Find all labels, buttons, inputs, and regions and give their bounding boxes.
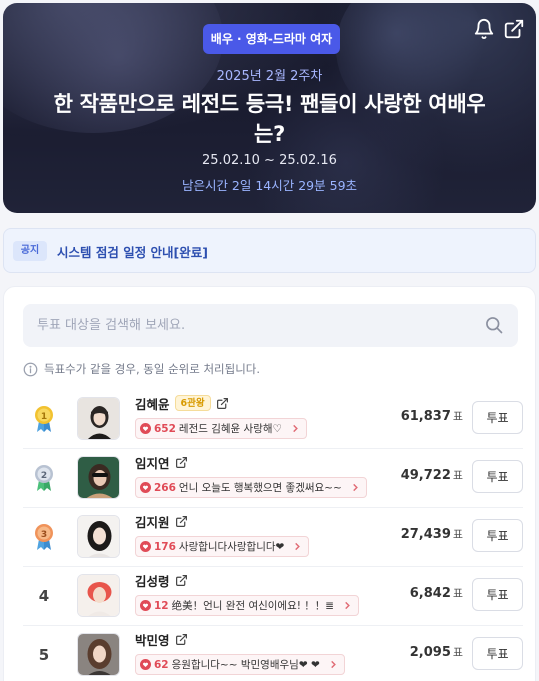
comment-preview[interactable]: 266 언니 오늘도 행복했으면 좋겠써요~~ (135, 477, 367, 498)
vote-count: 61,837 표 (400, 409, 463, 424)
remaining-time: 남은시간 2일 14시간 29분 59초 (181, 178, 358, 193)
notice-text[interactable]: 시스템 점검 일정 안내[완료] (57, 242, 208, 261)
notice-tag: 공지 (13, 241, 47, 261)
vote-button[interactable]: 투표 (472, 401, 523, 434)
comment-text: 绝美！언니 완전 여신이에요! ！！≣ (171, 600, 335, 612)
info-text: 득표수가 같을 경우, 동일 순위로 처리됩니다. (44, 362, 261, 376)
vote-button[interactable]: 투표 (472, 519, 523, 552)
vote-count: 27,439 표 (400, 527, 463, 542)
heart-icon (140, 541, 151, 552)
vote-count: 49,722 표 (400, 468, 463, 483)
comment-preview[interactable]: 62 응원합니다~~ 박민영배우님❤ ❤ (135, 654, 345, 675)
notice-bar[interactable]: 공지 시스템 점검 일정 안내[완료] (3, 228, 536, 273)
vote-button[interactable]: 투표 (472, 578, 523, 611)
ranking-row[interactable]: 1 김혜윤 6관왕 652 레전드 김혜윤 사랑해♡ 61,837 표 투표 (23, 390, 523, 448)
share-icon[interactable] (503, 18, 525, 40)
ranking-row[interactable]: 3 김지원 176 사랑합니다사랑합니다❤ 27,439 표 투표 (23, 507, 523, 566)
search-input[interactable] (37, 304, 467, 347)
comment-text: 응원합니다~~ 박민영배우님❤ ❤ (171, 659, 320, 671)
search-box (23, 304, 518, 347)
bronze-medal-icon: 3 (35, 524, 53, 550)
external-link-icon[interactable] (175, 456, 188, 469)
comment-count: 652 (154, 422, 176, 435)
comment-text: 레전드 김혜윤 사랑해♡ (178, 423, 282, 435)
external-link-icon[interactable] (175, 574, 188, 587)
gold-medal-icon: 1 (35, 406, 53, 432)
vote-count: 6,842 표 (409, 586, 463, 601)
heart-icon (140, 482, 151, 493)
nominee-name[interactable]: 김혜윤 (135, 394, 170, 413)
vote-period: 25.02.10 ~ 25.02.16 (202, 153, 337, 168)
page-title: 한 작품만으로 레전드 등극! 팬들이 사랑한 여배우는? (53, 92, 486, 146)
rank-3-medal: 3 (29, 522, 59, 552)
nominee-name[interactable]: 김지원 (135, 512, 170, 531)
rank-1-medal: 1 (29, 404, 59, 434)
comment-count: 176 (154, 540, 176, 553)
comment-preview[interactable]: 176 사랑합니다사랑합니다❤ (135, 536, 310, 557)
vote-count: 2,095 표 (409, 645, 463, 660)
nominee-name[interactable]: 김성령 (135, 571, 170, 590)
awards-badge: 6관왕 (174, 395, 211, 411)
silver-medal-icon: 2 (35, 465, 53, 491)
comment-preview[interactable]: 12 绝美！언니 완전 여신이에요! ！！≣ (135, 595, 360, 616)
external-link-icon[interactable] (175, 633, 188, 646)
hero-banner: 배우 · 영화-드라마 여자 2025년 2월 2주차 한 작품만으로 레전드 … (3, 3, 536, 213)
heart-icon (140, 600, 151, 611)
comment-count: 62 (154, 658, 169, 671)
info-notice: 득표수가 같을 경우, 동일 순위로 처리됩니다. (23, 360, 260, 378)
avatar[interactable] (77, 456, 120, 499)
comment-text: 언니 오늘도 행복했으면 좋겠써요~~ (178, 482, 342, 494)
ranking-row[interactable]: 5 박민영 62 응원합니다~~ 박민영배우님❤ ❤ 2,095 표 투표 (23, 625, 523, 681)
avatar[interactable] (77, 633, 120, 676)
heart-icon (140, 423, 151, 434)
avatar[interactable] (77, 574, 120, 617)
ranking-row[interactable]: 2 임지연 266 언니 오늘도 행복했으면 좋겠써요~~ 49,722 표 투표 (23, 448, 523, 507)
comment-count: 12 (154, 599, 169, 612)
comment-text: 사랑합니다사랑합니다❤ (178, 541, 285, 553)
rank-number: 4 (38, 587, 50, 605)
heart-icon (140, 659, 151, 670)
nominee-name[interactable]: 박민영 (135, 630, 170, 649)
external-link-icon[interactable] (175, 515, 188, 528)
svg-text:2: 2 (41, 471, 47, 481)
comment-preview[interactable]: 652 레전드 김혜윤 사랑해♡ (135, 418, 307, 439)
avatar[interactable] (77, 515, 120, 558)
vote-button[interactable]: 투표 (472, 637, 523, 670)
svg-text:3: 3 (41, 530, 47, 540)
comment-count: 266 (154, 481, 176, 494)
chevron-right-icon (295, 542, 301, 551)
chevron-right-icon (330, 660, 336, 669)
category-badge[interactable]: 배우 · 영화-드라마 여자 (203, 24, 340, 54)
chevron-right-icon (345, 601, 350, 610)
ranking-panel: 득표수가 같을 경우, 동일 순위로 처리됩니다. 1 김혜윤 6관왕 652 … (3, 286, 536, 681)
external-link-icon[interactable] (216, 397, 229, 410)
ranking-row[interactable]: 4 김성령 12 绝美！언니 완전 여신이에요! ！！≣ 6,842 표 투표 (23, 566, 523, 625)
vote-button[interactable]: 투표 (472, 460, 523, 493)
nominee-name[interactable]: 임지연 (135, 453, 170, 472)
chevron-right-icon (293, 424, 298, 433)
avatar[interactable] (77, 397, 120, 440)
search-icon[interactable] (484, 315, 504, 335)
rank-2-medal: 2 (29, 463, 59, 493)
info-icon (23, 362, 38, 376)
bell-icon[interactable] (473, 18, 495, 40)
rank-number: 5 (38, 646, 50, 664)
chevron-right-icon (352, 483, 358, 492)
svg-text:1: 1 (41, 412, 47, 422)
week-label: 2025년 2월 2주차 (216, 69, 323, 84)
